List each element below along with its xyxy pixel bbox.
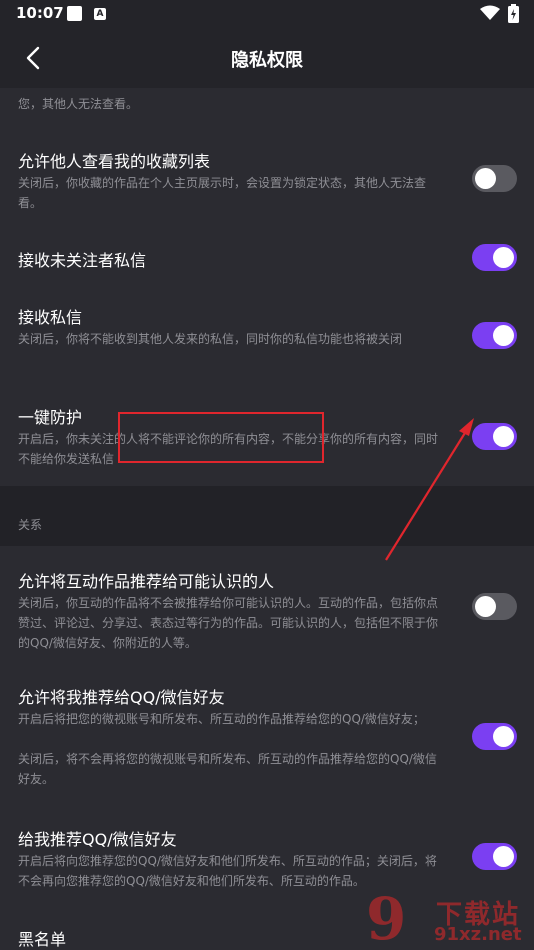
one-key-protection-toggle[interactable] bbox=[472, 423, 517, 450]
setting-row-stranger-messages: 接收未关注者私信 bbox=[0, 234, 534, 284]
section-header-relations: 关系 bbox=[0, 486, 534, 546]
annotation-highlight-box bbox=[118, 412, 324, 463]
page-title: 隐私权限 bbox=[231, 50, 303, 71]
watermark-logo-digit: 9 bbox=[366, 885, 407, 950]
app-header: 隐私权限 bbox=[0, 28, 534, 88]
setting-description: 关闭后，你收藏的作品在个人主页展示时，会设置为锁定状态，其他人无法查看。 bbox=[18, 176, 427, 210]
favorites-visible-toggle[interactable] bbox=[472, 165, 517, 192]
setting-title: 接收未关注者私信 bbox=[18, 251, 147, 270]
private-messages-toggle[interactable] bbox=[472, 322, 517, 349]
settings-list[interactable]: 您，其他人无法查看。 允许他人查看我的收藏列表 关闭后，你收藏的作品在个人主页展… bbox=[0, 88, 534, 950]
setting-description-on: 开启后将把您的微视账号和所发布、所互动的作品推荐给您的QQ/微信好友； bbox=[18, 712, 425, 726]
toggle-knob bbox=[493, 846, 514, 867]
setting-row-favorites-visible: 允许他人查看我的收藏列表 关闭后，你收藏的作品在个人主页展示时，会设置为锁定状态… bbox=[0, 138, 534, 218]
setting-description-off: 关闭后，将不会再将您的微视账号和所发布、所互动的作品推荐给您的QQ/微信好友。 bbox=[18, 752, 437, 786]
stranger-messages-toggle[interactable] bbox=[472, 244, 517, 271]
status-time: 10:07 bbox=[16, 4, 64, 22]
status-bar: 10:07 A bbox=[0, 0, 534, 28]
site-watermark: 9 下载站 91xz.net bbox=[356, 888, 534, 950]
setting-row-recommend-me-to-friends: 允许将我推荐给QQ/微信好友 开启后将把您的微视账号和所发布、所互动的作品推荐给… bbox=[0, 674, 534, 794]
setting-title: 给我推荐QQ/微信好友 bbox=[18, 830, 177, 849]
setting-description: 关闭后，你互动的作品将不会被推荐给你可能认识的人。互动的作品，包括你点赞过、评论… bbox=[18, 596, 439, 650]
battery-icon bbox=[508, 4, 519, 23]
wifi-icon bbox=[480, 5, 500, 20]
toggle-knob bbox=[493, 247, 514, 268]
recommend-friends-to-me-toggle[interactable] bbox=[472, 843, 517, 870]
toggle-knob bbox=[475, 596, 496, 617]
watermark-url: 91xz.net bbox=[434, 924, 522, 945]
setting-row-private-messages: 接收私信 关闭后，你将不能收到其他人发来的私信，同时你的私信功能也将被关闭 bbox=[0, 294, 534, 374]
setting-title: 一键防护 bbox=[18, 408, 83, 427]
setting-title: 允许将互动作品推荐给可能认识的人 bbox=[18, 572, 275, 591]
setting-title: 允许他人查看我的收藏列表 bbox=[18, 152, 211, 171]
toggle-knob bbox=[493, 426, 514, 447]
setting-title: 黑名单 bbox=[18, 930, 67, 949]
partial-description: 您，其他人无法查看。 bbox=[18, 97, 139, 111]
notification-a-icon: A bbox=[94, 8, 106, 20]
toggle-knob bbox=[475, 168, 496, 189]
setting-description: 关闭后，你将不能收到其他人发来的私信，同时你的私信功能也将被关闭 bbox=[18, 332, 403, 346]
notification-square-icon bbox=[67, 6, 82, 21]
setting-row-recommend-interactions: 允许将互动作品推荐给可能认识的人 关闭后，你互动的作品将不会被推荐给你可能认识的… bbox=[0, 558, 534, 658]
section-label: 关系 bbox=[18, 518, 43, 532]
setting-title: 允许将我推荐给QQ/微信好友 bbox=[18, 688, 225, 707]
toggle-knob bbox=[493, 325, 514, 346]
setting-title: 接收私信 bbox=[18, 308, 83, 327]
recommend-me-to-friends-toggle[interactable] bbox=[472, 723, 517, 750]
toggle-knob bbox=[493, 726, 514, 747]
setting-row-recommend-friends-to-me: 给我推荐QQ/微信好友 开启后将向您推荐您的QQ/微信好友和他们所发布、所互动的… bbox=[0, 816, 534, 896]
recommend-interactions-toggle[interactable] bbox=[472, 593, 517, 620]
